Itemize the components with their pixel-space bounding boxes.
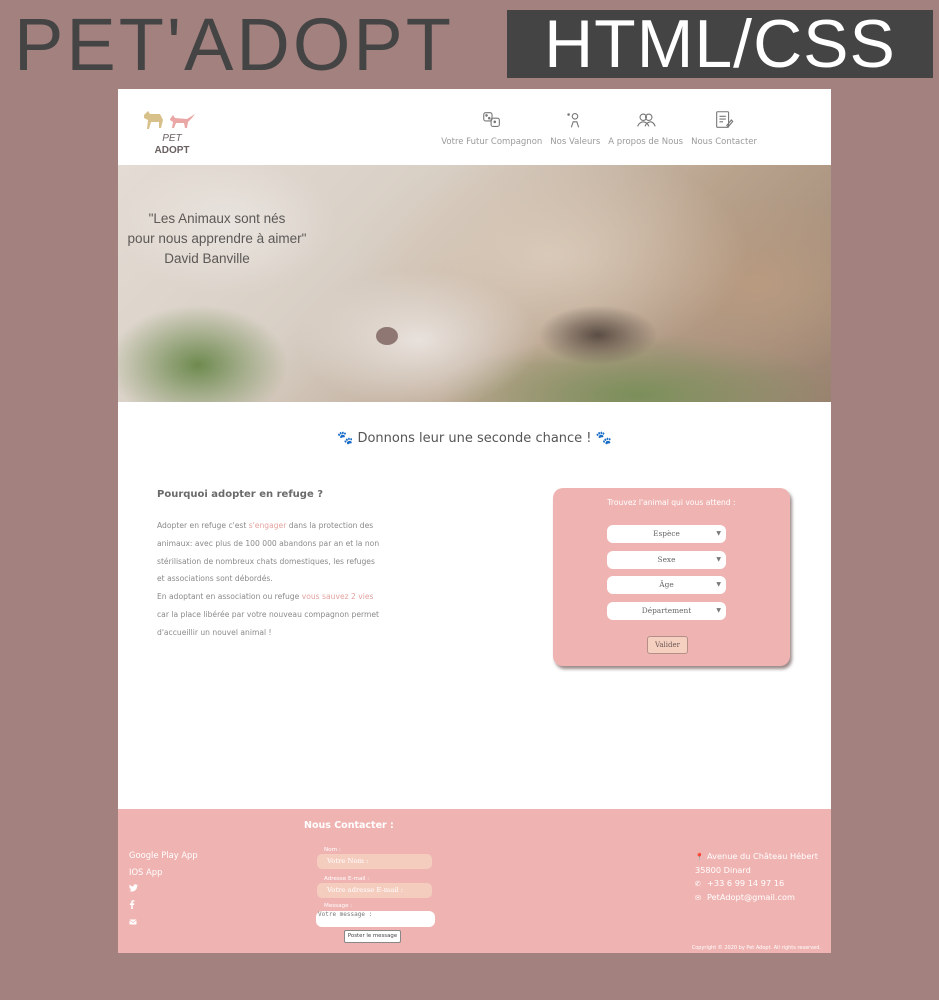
quote-line-2: pour nous apprendre à aimer" <box>127 231 307 246</box>
site-header: PET ADOPT Votre Futur Compagnon Nos Vale… <box>118 89 831 165</box>
nav-label: Nos Valeurs <box>550 137 601 147</box>
logo-line-2: ADOPT <box>154 145 190 156</box>
location-pin-icon: 📍 <box>695 853 704 861</box>
sex-select[interactable]: Sexe ▼ <box>607 551 726 569</box>
footer-contact-title: Nous Contacter : <box>304 820 394 831</box>
google-play-link[interactable]: Google Play App <box>129 847 198 864</box>
why-text: Adopter en refuge c'est s'engager dans l… <box>157 517 382 642</box>
envelope-icon: ✉ <box>695 894 701 902</box>
quote-line-1: "Les Animaux sont nés <box>148 211 286 226</box>
nav-label: A propos de Nous <box>608 137 684 147</box>
mail-icon[interactable] <box>129 915 198 932</box>
search-title: Trouvez l'animal qui vous attend : <box>607 498 736 507</box>
why-p2-a: En adoptant en association ou refuge <box>157 592 302 602</box>
chevron-down-icon: ▼ <box>716 607 721 614</box>
address-line-1-row: 📍 Avenue du Château Hébert <box>695 850 818 864</box>
species-select[interactable]: Espèce ▼ <box>607 525 726 543</box>
post-message-button[interactable]: Poster le message <box>344 930 401 943</box>
name-input[interactable]: Votre Nom : <box>317 854 432 869</box>
address-line-2: 35800 Dinard <box>695 865 751 875</box>
paw-icon: 🐾 <box>337 431 354 446</box>
department-select[interactable]: Département ▼ <box>607 602 726 620</box>
contact-email[interactable]: PetAdopt@gmail.com <box>707 892 795 902</box>
ios-app-link[interactable]: IOS App <box>129 864 198 881</box>
section-title-text: Donnons leur une seconde chance ! <box>357 431 592 446</box>
select-value: Âge <box>659 580 674 589</box>
logo-line-1: PET <box>162 133 182 144</box>
twitter-icon[interactable] <box>129 881 198 898</box>
email-row: ✉ PetAdopt@gmail.com <box>695 891 818 905</box>
edit-note-icon <box>716 111 734 128</box>
hero-image: "Les Animaux sont nés pour nous apprendr… <box>118 165 831 402</box>
copyright: Copyright © 2020 by Pet Adopt. All right… <box>691 945 821 951</box>
name-label: Nom : <box>324 847 341 853</box>
site-logo[interactable]: PET ADOPT <box>140 105 204 161</box>
nav-item-a-propos[interactable]: A propos de Nous <box>608 109 683 147</box>
why-p2-highlight: vous sauvez 2 vies <box>301 592 374 602</box>
nav-item-nous-contacter[interactable]: Nous Contacter <box>691 109 757 147</box>
quote-author: David Banville <box>164 251 250 266</box>
logo-text: PET ADOPT <box>148 133 196 157</box>
search-submit-button[interactable]: Valider <box>647 636 688 654</box>
why-title: Pourquoi adopter en refuge ? <box>157 489 324 500</box>
pets-icon <box>482 112 500 127</box>
chevron-down-icon: ▼ <box>716 530 721 537</box>
why-p1-b: dans la protection des animaux: avec plu… <box>157 521 380 584</box>
hero-shadow <box>538 305 658 365</box>
nav-item-nos-valeurs[interactable]: Nos Valeurs <box>550 109 600 147</box>
site-footer: Nous Contacter : Google Play App IOS App… <box>118 809 831 953</box>
footer-address: 📍 Avenue du Château Hébert 35800 Dinard ✆… <box>695 850 818 905</box>
address-line-1: Avenue du Château Hébert <box>707 851 818 861</box>
footer-links: Google Play App IOS App <box>129 847 198 932</box>
message-label: Message : <box>324 903 353 909</box>
nav-label: Votre Futur Compagnon <box>441 137 543 147</box>
age-select[interactable]: Âge ▼ <box>607 576 726 594</box>
select-value: Département <box>641 606 692 615</box>
why-p2-b: car la place libérée par votre nouveau c… <box>157 609 380 637</box>
chevron-down-icon: ▼ <box>716 556 721 563</box>
why-p1-a: Adopter en refuge c'est <box>157 521 249 530</box>
phone-icon: ✆ <box>695 880 701 888</box>
phone-row: ✆ +33 6 99 14 97 16 <box>695 877 818 891</box>
dog-cat-logo-icon <box>144 111 195 129</box>
people-icon <box>636 113 656 127</box>
animal-search-form: Trouvez l'animal qui vous attend : Espèc… <box>553 488 790 666</box>
select-value: Sexe <box>657 555 676 564</box>
message-textarea[interactable]: Votre message : <box>316 911 435 927</box>
facebook-icon[interactable] <box>129 898 198 915</box>
banner-tech-badge: HTML/CSS <box>507 10 933 78</box>
website-preview: PET ADOPT Votre Futur Compagnon Nos Vale… <box>118 89 831 953</box>
hand-paw-icon <box>567 113 580 128</box>
select-value: Espèce <box>653 529 680 538</box>
main-nav: Votre Futur Compagnon Nos Valeurs A prop… <box>441 109 757 147</box>
nav-item-futur-compagnon[interactable]: Votre Futur Compagnon <box>441 109 542 147</box>
paw-icon: 🐾 <box>595 431 612 446</box>
phone-number[interactable]: +33 6 99 14 97 16 <box>707 878 784 888</box>
section-title: 🐾 Donnons leur une seconde chance ! 🐾 <box>118 431 831 446</box>
email-input[interactable]: Votre adresse E-mail : <box>317 883 432 898</box>
hero-quote: "Les Animaux sont nés pour nous apprendr… <box>122 209 312 269</box>
banner-brand-title: PET'ADOPT <box>14 3 454 86</box>
why-p1-highlight: s'engager <box>248 521 287 530</box>
email-label: Adresse E-mail : <box>324 876 370 882</box>
nav-label: Nous Contacter <box>691 137 757 147</box>
hero-dog-nose <box>376 327 398 345</box>
chevron-down-icon: ▼ <box>716 581 721 588</box>
